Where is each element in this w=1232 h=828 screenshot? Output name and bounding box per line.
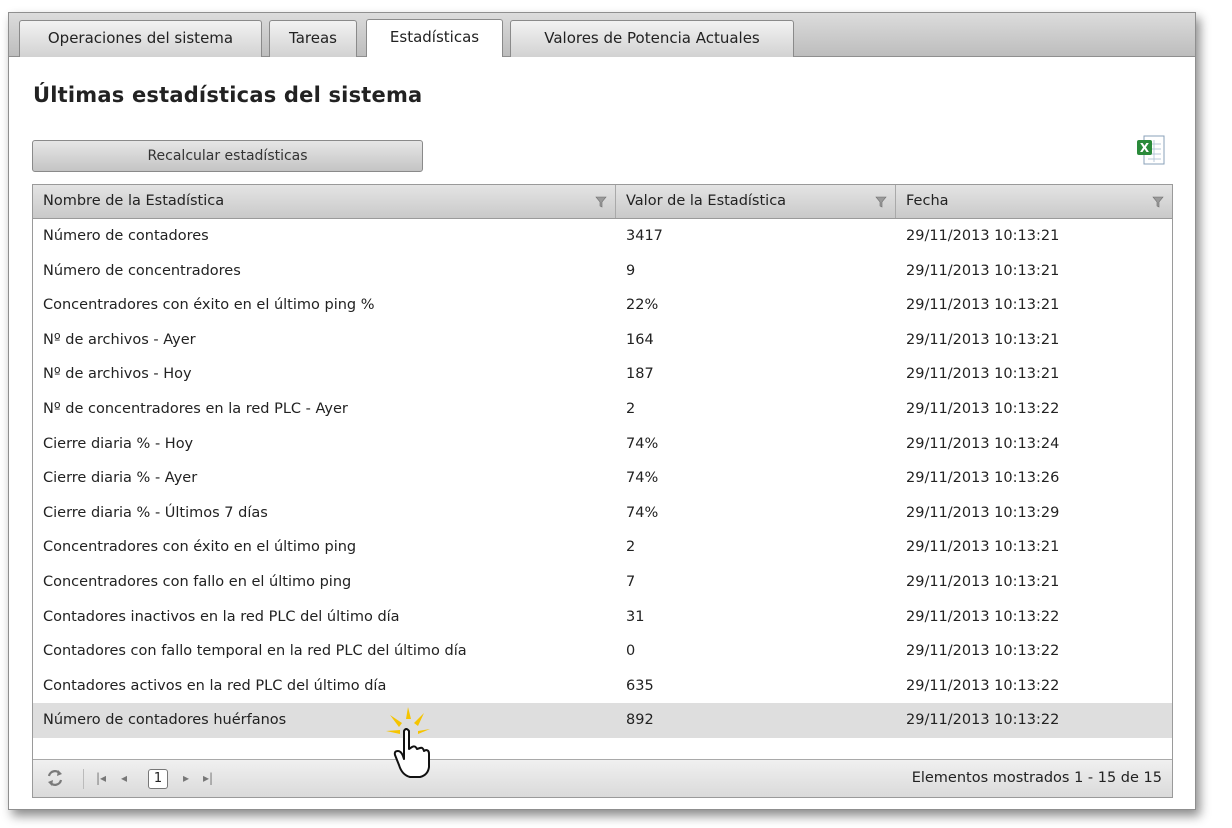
- table-row-highlighted[interactable]: Número de contadores huérfanos 892 29/11…: [33, 703, 1172, 738]
- refresh-icon[interactable]: [45, 768, 65, 788]
- tab-valores-potencia[interactable]: Valores de Potencia Actuales: [510, 20, 794, 57]
- svg-text:X: X: [1140, 141, 1150, 155]
- cell-value: 0: [626, 643, 636, 660]
- table-row[interactable]: Cierre diaria % - Hoy 74% 29/11/2013 10:…: [33, 427, 1172, 462]
- cell-date: 29/11/2013 10:13:22: [906, 643, 1060, 660]
- cell-date: 29/11/2013 10:13:24: [906, 435, 1060, 452]
- column-header-name-label: Nombre de la Estadística: [43, 193, 225, 209]
- cell-date: 29/11/2013 10:13:26: [906, 470, 1060, 487]
- cell-date: 29/11/2013 10:13:21: [906, 366, 1060, 383]
- table-row[interactable]: Concentradores con éxito en el último pi…: [33, 288, 1172, 323]
- cell-value: 22%: [626, 297, 659, 314]
- recalculate-button[interactable]: Recalcular estadísticas: [32, 140, 423, 172]
- tab-strip: Operaciones del sistema Tareas Estadísti…: [9, 13, 1195, 57]
- cell-value: 2: [626, 401, 636, 417]
- column-header-value-label: Valor de la Estadística: [626, 193, 787, 209]
- cell-value: 164: [626, 331, 654, 348]
- grid-pager: |◂ ◂ 1 ▸ ▸| Elementos mostrados 1 - 15 d…: [33, 759, 1172, 797]
- cell-date: 29/11/2013 10:13:21: [906, 228, 1060, 244]
- cell-value: 74%: [626, 504, 659, 521]
- table-row[interactable]: Cierre diaria % - Ayer 74% 29/11/2013 10…: [33, 461, 1172, 496]
- column-header-date-label: Fecha: [906, 193, 949, 209]
- cell-name: Número de contadores huérfanos: [43, 712, 287, 729]
- cell-date: 29/11/2013 10:13:21: [906, 297, 1060, 314]
- statistics-grid: Nombre de la Estadística Valor de la Est…: [32, 184, 1173, 798]
- cell-value: 635: [626, 677, 654, 694]
- filter-icon[interactable]: [595, 196, 607, 208]
- filter-icon[interactable]: [875, 196, 887, 208]
- table-row[interactable]: Contadores activos en la red PLC del últ…: [33, 669, 1172, 704]
- cell-value: 892: [626, 712, 654, 729]
- column-header-date[interactable]: Fecha: [896, 185, 1172, 218]
- table-row[interactable]: Contadores con fallo temporal en la red …: [33, 634, 1172, 669]
- cell-name: Concentradores con fallo en el último pi…: [43, 574, 352, 590]
- cell-value: 74%: [626, 435, 659, 452]
- cell-date: 29/11/2013 10:13:22: [906, 677, 1060, 694]
- table-row[interactable]: Concentradores con fallo en el último pi…: [33, 565, 1172, 600]
- table-row[interactable]: Nº de archivos - Hoy 187 29/11/2013 10:1…: [33, 357, 1172, 392]
- cell-date: 29/11/2013 10:13:21: [906, 331, 1060, 348]
- cell-value: 74%: [626, 470, 659, 487]
- excel-export-icon[interactable]: X: [1136, 134, 1166, 166]
- tab-tareas[interactable]: Tareas: [269, 20, 357, 57]
- cell-name: Número de concentradores: [43, 262, 241, 279]
- cell-value: 31: [626, 608, 645, 625]
- last-page-icon[interactable]: ▸|: [203, 760, 213, 797]
- cell-value: 3417: [626, 228, 663, 244]
- cell-name: Cierre diaria % - Últimos 7 días: [43, 504, 268, 521]
- cell-name: Nº de concentradores en la red PLC - Aye…: [43, 401, 348, 417]
- cell-name: Contadores activos en la red PLC del últ…: [43, 677, 387, 694]
- cell-value: 7: [626, 574, 636, 590]
- cell-name: Concentradores con éxito en el último pi…: [43, 297, 375, 314]
- column-header-value[interactable]: Valor de la Estadística: [616, 185, 896, 218]
- cell-value: 9: [626, 262, 636, 279]
- cell-name: Contadores inactivos en la red PLC del ú…: [43, 608, 400, 625]
- cell-date: 29/11/2013 10:13:29: [906, 504, 1060, 521]
- next-page-icon[interactable]: ▸: [183, 760, 189, 797]
- table-row[interactable]: Concentradores con éxito en el último pi…: [33, 530, 1172, 565]
- prev-page-icon[interactable]: ◂: [121, 760, 127, 797]
- tab-estadisticas[interactable]: Estadísticas: [366, 19, 503, 57]
- cell-name: Nº de archivos - Hoy: [43, 366, 192, 383]
- cell-date: 29/11/2013 10:13:21: [906, 262, 1060, 279]
- cell-name: Contadores con fallo temporal en la red …: [43, 643, 467, 660]
- cell-name: Nº de archivos - Ayer: [43, 331, 196, 348]
- column-header-name[interactable]: Nombre de la Estadística: [33, 185, 616, 218]
- cell-date: 29/11/2013 10:13:21: [906, 539, 1060, 556]
- cell-date: 29/11/2013 10:13:22: [906, 401, 1060, 417]
- cell-date: 29/11/2013 10:13:21: [906, 574, 1060, 590]
- table-row[interactable]: Nº de archivos - Ayer 164 29/11/2013 10:…: [33, 323, 1172, 358]
- page-title: Últimas estadísticas del sistema: [33, 83, 423, 107]
- cell-name: Cierre diaria % - Hoy: [43, 435, 194, 452]
- first-page-icon[interactable]: |◂: [96, 760, 106, 797]
- tab-operaciones[interactable]: Operaciones del sistema: [19, 20, 262, 57]
- cell-name: Número de contadores: [43, 228, 209, 244]
- cell-date: 29/11/2013 10:13:22: [906, 712, 1060, 729]
- filter-icon[interactable]: [1152, 196, 1164, 208]
- hand-pointer-cursor-icon: [386, 707, 430, 778]
- cell-name: Concentradores con éxito en el último pi…: [43, 539, 357, 556]
- table-row[interactable]: Cierre diaria % - Últimos 7 días 74% 29/…: [33, 496, 1172, 531]
- cell-date: 29/11/2013 10:13:22: [906, 608, 1060, 625]
- table-row[interactable]: Nº de concentradores en la red PLC - Aye…: [33, 392, 1172, 427]
- grid-header: Nombre de la Estadística Valor de la Est…: [33, 185, 1172, 219]
- cell-name: Cierre diaria % - Ayer: [43, 470, 198, 487]
- table-row[interactable]: Número de concentradores 9 29/11/2013 10…: [33, 254, 1172, 289]
- cell-value: 2: [626, 539, 636, 556]
- table-row[interactable]: Número de contadores 3417 29/11/2013 10:…: [33, 219, 1172, 254]
- statistics-window: Operaciones del sistema Tareas Estadísti…: [8, 12, 1196, 810]
- pager-info: Elementos mostrados 1 - 15 de 15: [911, 770, 1162, 786]
- pager-separator: [83, 769, 84, 789]
- table-row[interactable]: Contadores inactivos en la red PLC del ú…: [33, 600, 1172, 635]
- current-page-button[interactable]: 1: [148, 769, 168, 789]
- cell-value: 187: [626, 366, 654, 383]
